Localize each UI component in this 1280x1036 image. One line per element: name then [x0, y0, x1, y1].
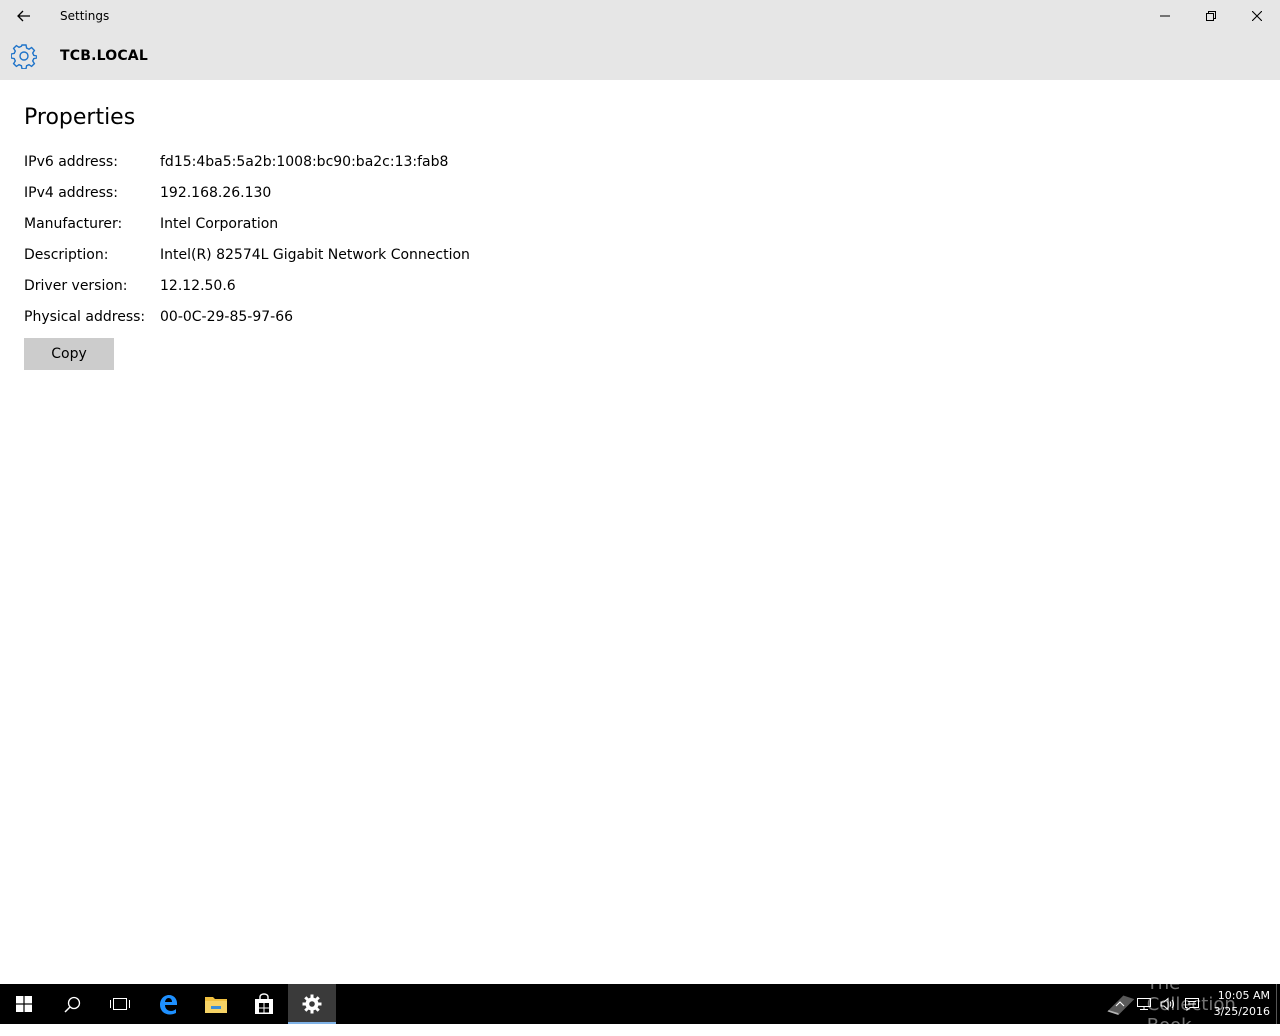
property-row-description: Description: Intel(R) 82574L Gigabit Net…	[24, 239, 470, 270]
show-desktop-button[interactable]	[1276, 984, 1280, 1024]
minimize-button[interactable]	[1142, 0, 1188, 32]
windows-logo-icon	[16, 996, 32, 1012]
minimize-icon	[1160, 15, 1170, 17]
page-header: TCB.LOCAL	[0, 32, 1280, 80]
clock-date: 3/25/2016	[1213, 1005, 1270, 1018]
network-tray-button[interactable]	[1132, 984, 1156, 1024]
property-row-ipv4: IPv4 address: 192.168.26.130	[24, 177, 470, 208]
page-title: TCB.LOCAL	[60, 48, 148, 64]
file-explorer-button[interactable]	[192, 984, 240, 1024]
task-view-button[interactable]	[96, 984, 144, 1024]
start-button[interactable]	[0, 984, 48, 1024]
back-button[interactable]	[0, 0, 48, 32]
header-icon-container	[0, 32, 48, 80]
notification-icon	[1185, 998, 1199, 1011]
network-icon	[1137, 998, 1151, 1010]
property-label: Physical address:	[24, 308, 146, 325]
edge-button[interactable]	[144, 984, 192, 1024]
property-row-manufacturer: Manufacturer: Intel Corporation	[24, 208, 470, 239]
property-value: 00-0C-29-85-97-66	[160, 308, 294, 325]
restore-button[interactable]	[1188, 0, 1234, 32]
show-hidden-icons-button[interactable]	[1108, 984, 1132, 1024]
edge-icon	[160, 995, 177, 1015]
property-label: IPv6 address:	[24, 153, 118, 170]
title-bar: Settings	[0, 0, 1280, 32]
close-icon	[1252, 11, 1262, 21]
store-button[interactable]	[240, 984, 288, 1024]
gear-icon	[11, 44, 37, 69]
property-row-physical-address: Physical address: 00-0C-29-85-97-66	[24, 301, 470, 332]
properties-section: Properties IPv6 address: fd15:4ba5:5a2b:…	[24, 100, 470, 370]
gear-icon	[302, 994, 322, 1014]
restore-icon	[1206, 11, 1216, 21]
system-tray: The Collection Book	[1107, 973, 1280, 1036]
action-center-button[interactable]	[1180, 984, 1204, 1024]
settings-window: Settings TCB.LOCAL Properties IPv6 addre…	[0, 0, 1280, 984]
volume-icon	[1160, 997, 1174, 1011]
clock-time: 10:05 AM	[1217, 989, 1270, 1002]
copy-button[interactable]: Copy	[24, 338, 114, 370]
chevron-up-icon	[1115, 1001, 1125, 1007]
property-value: fd15:4ba5:5a2b:1008:bc90:ba2c:13:fab8	[160, 153, 449, 170]
search-button[interactable]	[48, 984, 96, 1024]
property-row-driver-version: Driver version: 12.12.50.6	[24, 270, 470, 301]
property-value: 12.12.50.6	[160, 277, 236, 294]
property-value: 192.168.26.130	[160, 184, 272, 201]
property-row-ipv6: IPv6 address: fd15:4ba5:5a2b:1008:bc90:b…	[24, 146, 470, 177]
property-label: IPv4 address:	[24, 184, 118, 201]
property-label: Description:	[24, 246, 109, 263]
close-button[interactable]	[1234, 0, 1280, 32]
search-icon	[63, 996, 80, 1013]
task-view-icon	[110, 998, 130, 1010]
window-title: Settings	[60, 9, 110, 23]
window-controls	[1142, 0, 1280, 32]
section-title: Properties	[24, 105, 136, 130]
volume-tray-button[interactable]	[1156, 984, 1180, 1024]
back-arrow-icon	[17, 10, 30, 22]
settings-taskbar-button[interactable]	[288, 984, 336, 1024]
property-label: Manufacturer:	[24, 215, 123, 232]
taskbar-clock[interactable]: 10:05 AM 3/25/2016	[1212, 988, 1270, 1020]
tray-icons	[1108, 984, 1204, 1024]
property-value: Intel Corporation	[160, 215, 279, 232]
property-value: Intel(R) 82574L Gigabit Network Connecti…	[160, 246, 470, 263]
store-icon	[255, 993, 273, 1014]
taskbar: The Collection Book	[0, 973, 1280, 1036]
folder-icon	[205, 997, 227, 1013]
property-label: Driver version:	[24, 277, 128, 294]
